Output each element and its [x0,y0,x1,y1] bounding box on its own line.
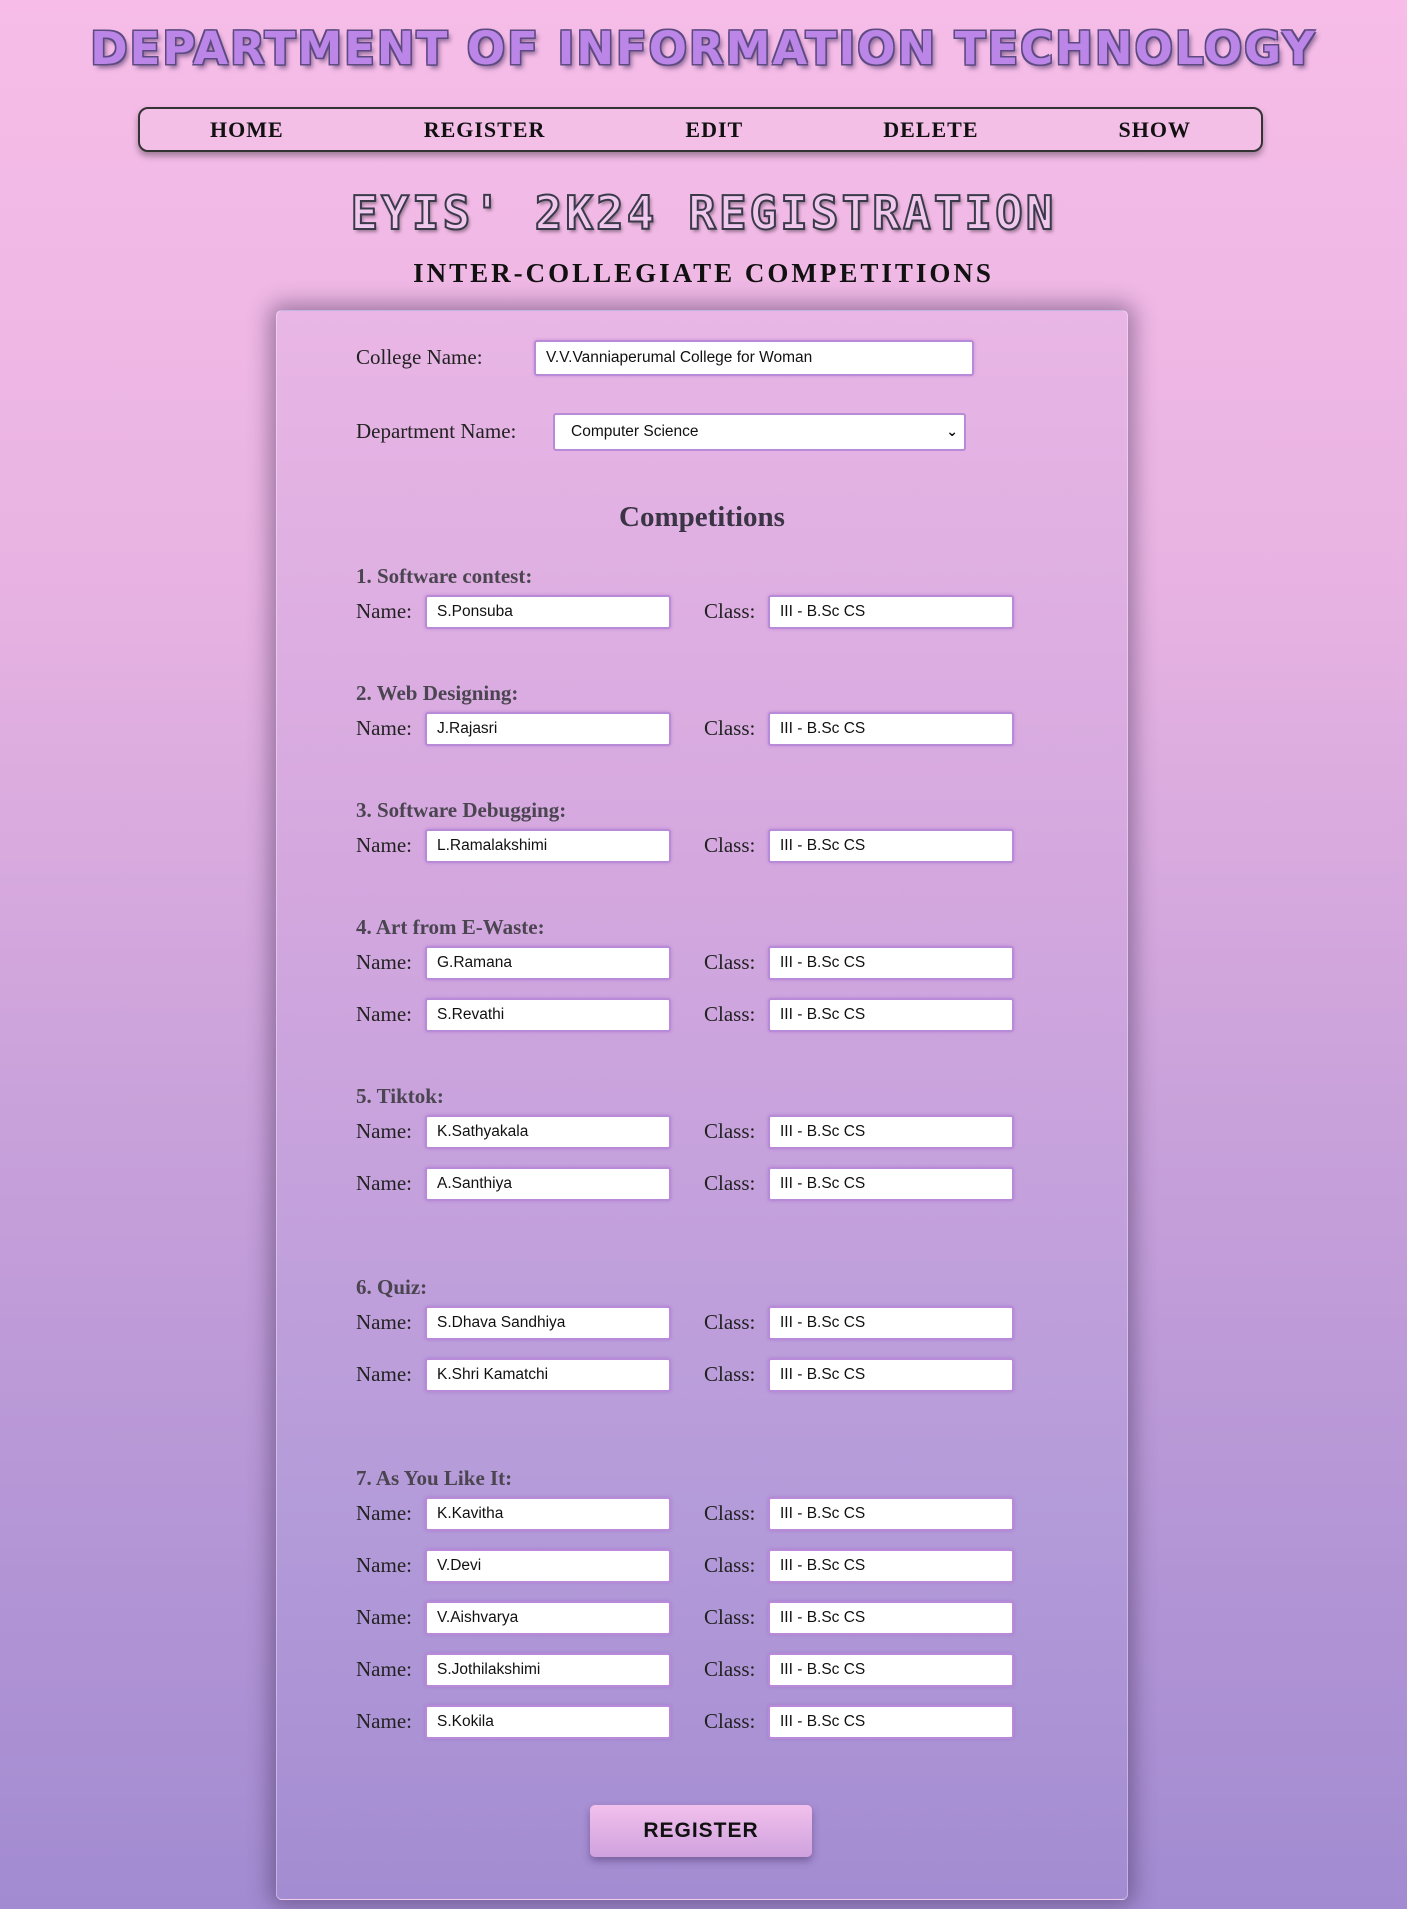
participant-name-label: Name: [356,716,412,740]
competition-title: 5. Tiktok: [356,1084,444,1108]
participant-name-input[interactable] [425,1653,671,1687]
department-select[interactable]: Computer Science ⌄ [553,413,966,451]
participant-name-input[interactable] [425,998,671,1032]
participant-class-input[interactable] [768,1358,1014,1392]
participant-name-label: Name: [356,1709,412,1733]
participant-name-input[interactable] [425,1497,671,1531]
participant-class-label: Class: [704,950,756,974]
participant-class-label: Class: [704,1119,756,1143]
participant-class-input[interactable] [768,1115,1014,1149]
participant-name-label: Name: [356,1501,412,1525]
nav-home-link[interactable]: HOME [210,117,284,143]
competition-title: 2. Web Designing: [356,681,519,705]
participant-name-input[interactable] [425,712,671,746]
participant-class-label: Class: [704,833,756,857]
participant-name-label: Name: [356,1002,412,1026]
participant-class-label: Class: [704,1605,756,1629]
college-name-label: College Name: [356,345,483,369]
participant-name-label: Name: [356,1362,412,1386]
participant-name-label: Name: [356,950,412,974]
participant-name-label: Name: [356,1553,412,1577]
participant-class-input[interactable] [768,1705,1014,1739]
register-button[interactable]: REGISTER [590,1805,812,1857]
event-title: EYIS' 2K24 REGISTRATION [350,185,1057,241]
chevron-down-icon: ⌄ [946,424,958,440]
competition-title: 1. Software contest: [356,564,533,588]
participant-class-label: Class: [704,716,756,740]
department-select-value: Computer Science [571,423,699,440]
participant-name-input[interactable] [425,1601,671,1635]
participant-name-input[interactable] [425,1306,671,1340]
participant-class-input[interactable] [768,829,1014,863]
participant-name-label: Name: [356,1657,412,1681]
participant-class-input[interactable] [768,946,1014,980]
participant-class-input[interactable] [768,712,1014,746]
participant-name-input[interactable] [425,1167,671,1201]
competition-title: 3. Software Debugging: [356,798,567,822]
participant-name-label: Name: [356,1119,412,1143]
participant-class-label: Class: [704,1002,756,1026]
competition-title: 6. Quiz: [356,1275,428,1299]
department-title: DEPARTMENT OF INFORMATION TECHNOLOGY [90,22,1317,75]
participant-name-input[interactable] [425,1705,671,1739]
participant-class-label: Class: [704,1553,756,1577]
registration-form-card: College Name: Department Name: Computer … [276,310,1128,1900]
participant-name-label: Name: [356,1171,412,1195]
main-navbar: HOME REGISTER EDIT DELETE SHOW [138,107,1263,152]
competition-title: 4. Art from E-Waste: [356,915,545,939]
participant-name-label: Name: [356,1605,412,1629]
nav-edit-link[interactable]: EDIT [685,117,743,143]
participant-class-label: Class: [704,1657,756,1681]
participant-name-input[interactable] [425,946,671,980]
participant-class-input[interactable] [768,1653,1014,1687]
participant-class-label: Class: [704,1171,756,1195]
participant-name-input[interactable] [425,595,671,629]
department-name-label: Department Name: [356,419,517,443]
participant-class-input[interactable] [768,595,1014,629]
competition-title: 7. As You Like It: [356,1466,513,1490]
college-name-input[interactable] [534,340,974,376]
participant-class-label: Class: [704,1709,756,1733]
participant-class-input[interactable] [768,1497,1014,1531]
nav-delete-link[interactable]: DELETE [883,117,978,143]
participant-name-input[interactable] [425,829,671,863]
participant-class-label: Class: [704,599,756,623]
participant-name-label: Name: [356,833,412,857]
participant-name-label: Name: [356,1310,412,1334]
participant-class-input[interactable] [768,1549,1014,1583]
participant-name-input[interactable] [425,1358,671,1392]
participant-class-label: Class: [704,1362,756,1386]
participant-name-label: Name: [356,599,412,623]
participant-class-input[interactable] [768,1306,1014,1340]
participant-class-label: Class: [704,1501,756,1525]
participant-class-label: Class: [704,1310,756,1334]
competitions-heading: Competitions [619,501,785,533]
nav-register-link[interactable]: REGISTER [424,117,546,143]
participant-class-input[interactable] [768,1601,1014,1635]
event-subtitle: INTER-COLLEGIATE COMPETITIONS [413,258,994,288]
nav-show-link[interactable]: SHOW [1119,117,1191,143]
participant-class-input[interactable] [768,998,1014,1032]
participant-name-input[interactable] [425,1115,671,1149]
participant-name-input[interactable] [425,1549,671,1583]
participant-class-input[interactable] [768,1167,1014,1201]
